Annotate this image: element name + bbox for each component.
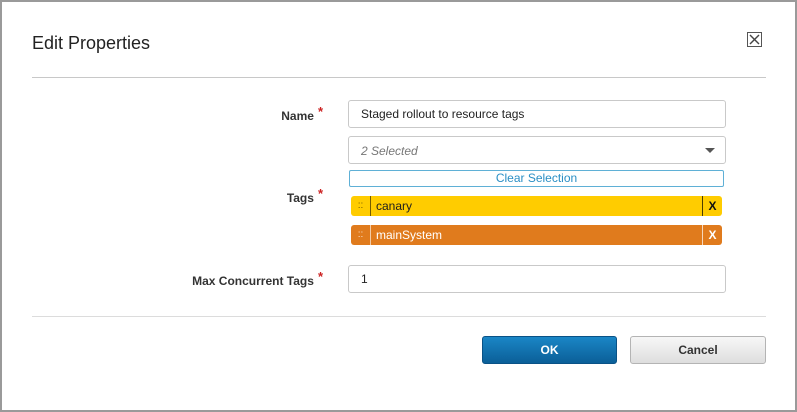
max-concurrent-input[interactable]: 1 bbox=[348, 265, 726, 293]
footer-divider bbox=[32, 316, 766, 317]
dialog-title: Edit Properties bbox=[32, 33, 151, 53]
close-icon bbox=[749, 34, 760, 45]
edit-properties-dialog: Edit Properties Name * Staged rollout to … bbox=[0, 0, 797, 412]
tag-chip-label: mainSystem bbox=[376, 228, 443, 242]
tag-chip-mainsystem: :: mainSystem X bbox=[351, 225, 722, 245]
name-label: Name * bbox=[281, 104, 323, 123]
tag-chip-label: canary bbox=[376, 199, 413, 213]
title-divider bbox=[32, 77, 766, 78]
tags-select[interactable]: 2 Selected bbox=[348, 136, 726, 164]
drag-handle-icon[interactable]: :: bbox=[351, 225, 371, 245]
required-marker: * bbox=[317, 104, 323, 119]
max-concurrent-label: Max Concurrent Tags * bbox=[192, 269, 323, 288]
ok-button[interactable]: OK bbox=[482, 336, 617, 364]
chevron-down-icon bbox=[705, 148, 715, 153]
name-input-value: Staged rollout to resource tags bbox=[361, 107, 525, 121]
tag-chip-canary: :: canary X bbox=[351, 196, 722, 216]
max-concurrent-value: 1 bbox=[361, 272, 368, 286]
remove-tag-button[interactable]: X bbox=[702, 196, 722, 216]
tags-select-value: 2 Selected bbox=[361, 144, 418, 158]
remove-tag-button[interactable]: X bbox=[702, 225, 722, 245]
cancel-button[interactable]: Cancel bbox=[630, 336, 766, 364]
name-input[interactable]: Staged rollout to resource tags bbox=[348, 100, 726, 128]
drag-handle-icon[interactable]: :: bbox=[351, 196, 371, 216]
required-marker: * bbox=[317, 186, 323, 201]
close-button[interactable] bbox=[747, 32, 762, 47]
clear-selection-button[interactable]: Clear Selection bbox=[349, 170, 724, 187]
required-marker: * bbox=[317, 269, 323, 284]
tags-label: Tags * bbox=[286, 186, 323, 205]
